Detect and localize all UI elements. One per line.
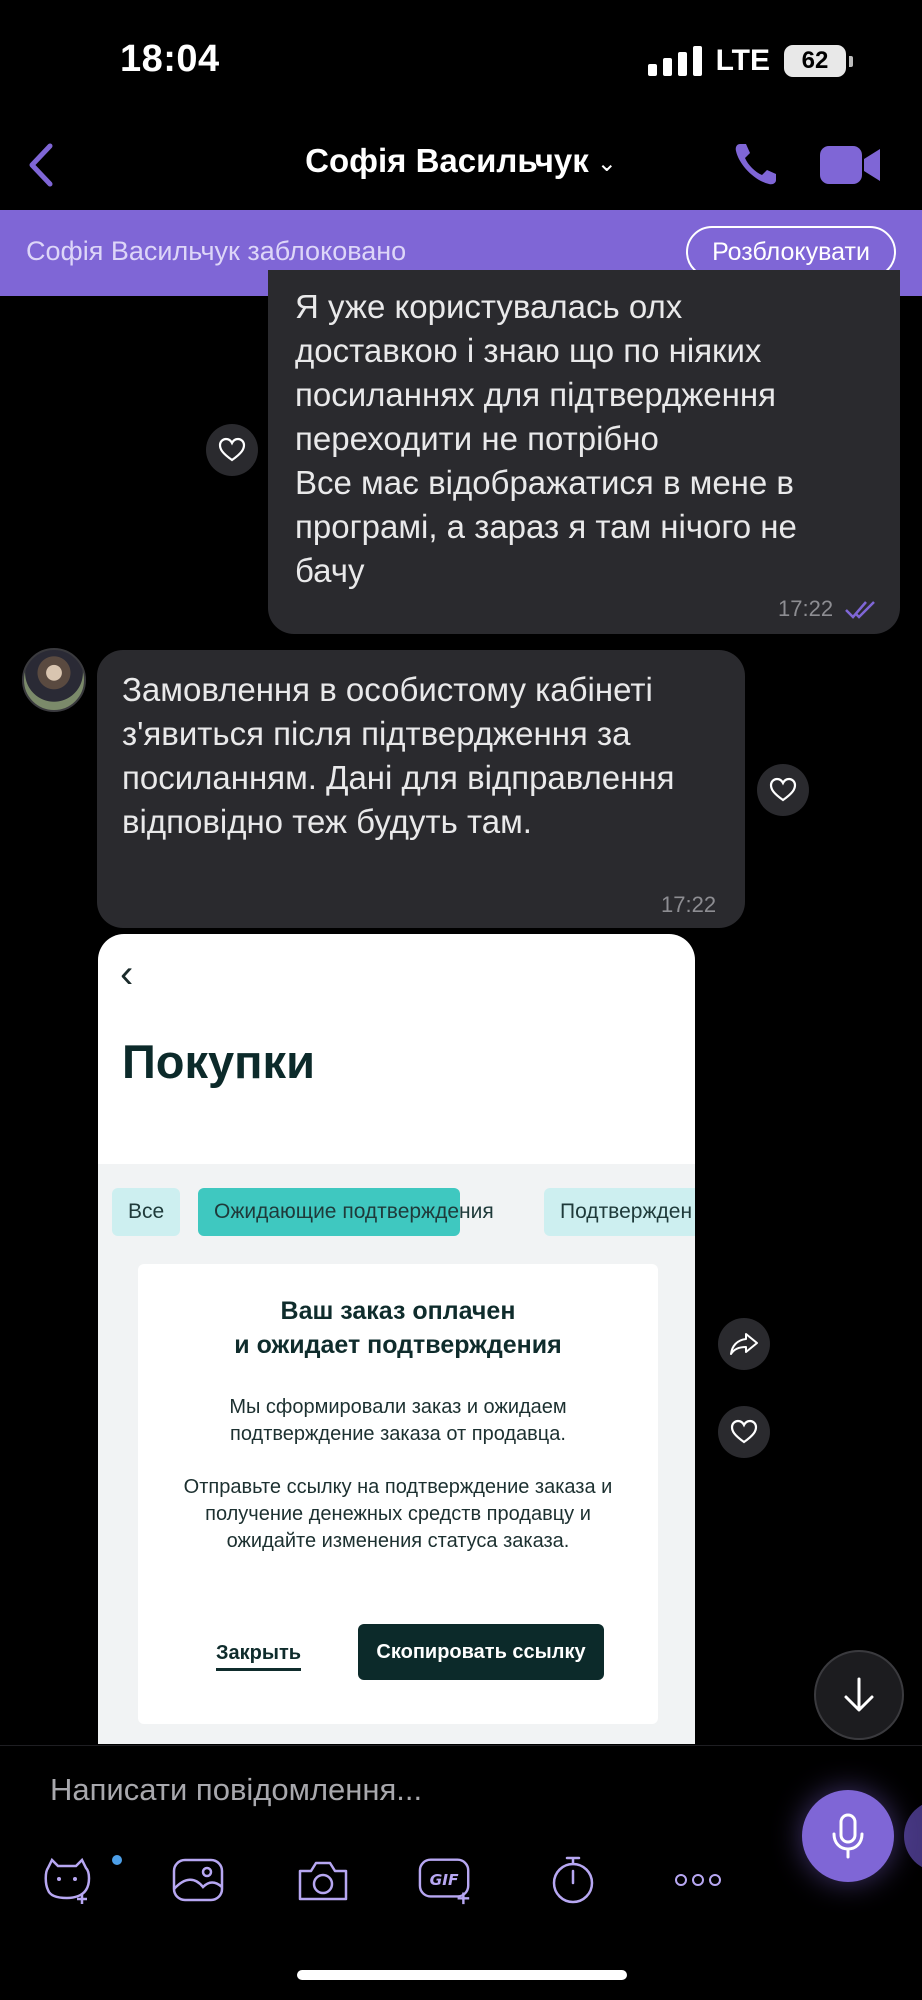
- gif-button[interactable]: GIF: [418, 1852, 474, 1908]
- like-button-incoming[interactable]: [757, 764, 809, 816]
- image-icon: [172, 1858, 224, 1902]
- battery-icon: 62: [784, 45, 853, 77]
- call-button[interactable]: [730, 138, 782, 190]
- forward-icon: [730, 1333, 758, 1355]
- home-indicator: [297, 1970, 627, 1980]
- image-tab-confirmed: Подтвержден: [544, 1188, 695, 1236]
- contact-name: Софія Васильчук: [305, 142, 589, 179]
- read-ticks-icon: [844, 598, 880, 620]
- incoming-message-time: 17:22: [661, 892, 717, 917]
- heart-icon: [218, 437, 246, 462]
- like-button-outgoing[interactable]: [206, 424, 258, 476]
- gif-icon: GIF: [418, 1858, 470, 1905]
- incoming-message-text: Замовлення в особистому кабінеті з'явить…: [122, 671, 675, 840]
- phone-icon: [735, 144, 776, 185]
- video-call-button[interactable]: [818, 140, 882, 190]
- network-type: LTE: [715, 44, 770, 77]
- new-indicator-dot: [112, 1855, 122, 1865]
- signal-icon: [647, 46, 702, 76]
- image-card-title-line1: Ваш заказ оплачен: [280, 1297, 516, 1325]
- image-card-paragraph-2: Отправьте ссылку на подтверждение заказа…: [183, 1476, 613, 1552]
- like-button-image[interactable]: [718, 1406, 770, 1458]
- heart-icon: [769, 777, 797, 802]
- contact-avatar[interactable]: [22, 648, 86, 712]
- image-title: Покупки: [122, 1035, 315, 1088]
- outgoing-message-time: 17:22: [778, 596, 834, 621]
- video-camera-icon: [820, 146, 880, 184]
- contact-title[interactable]: Софія Васильчук ⌄: [0, 142, 922, 180]
- timer-icon: [552, 1856, 594, 1904]
- svg-text:GIF: GIF: [430, 1871, 459, 1889]
- blocked-text: Софія Васильчук заблоковано: [26, 236, 407, 266]
- outgoing-message-text: Я уже користувалась олх доставкою і знаю…: [295, 288, 797, 589]
- chevron-down-icon: ⌄: [596, 149, 617, 177]
- image-card-title: Ваш заказ оплачен и ожидает подтверждени…: [138, 1294, 658, 1362]
- scroll-to-bottom-button[interactable]: [814, 1650, 904, 1740]
- image-card-title-line2: и ожидает подтверждения: [234, 1331, 562, 1359]
- image-tab-all: Все: [112, 1188, 181, 1236]
- status-time: 18:04: [120, 38, 220, 80]
- status-indicators: LTE 62: [647, 44, 853, 78]
- timer-button[interactable]: [545, 1852, 601, 1908]
- image-copy-link-button: Скопировать ссылку: [358, 1624, 604, 1680]
- camera-icon: [298, 1861, 348, 1901]
- heart-icon: [730, 1419, 758, 1444]
- battery-level: 62: [801, 47, 829, 74]
- gallery-button[interactable]: [170, 1852, 226, 1908]
- camera-button[interactable]: [295, 1852, 351, 1908]
- sticker-icon: [44, 1857, 91, 1904]
- image-order-card: Ваш заказ оплачен и ожидает подтверждени…: [138, 1264, 658, 1724]
- voice-message-button[interactable]: [802, 1790, 894, 1882]
- sticker-button[interactable]: [40, 1852, 96, 1908]
- more-options-button[interactable]: [670, 1852, 726, 1908]
- more-icon: [675, 1874, 721, 1886]
- image-back-icon: ‹: [120, 952, 134, 996]
- image-tab-pending: Ожидающие подтверждения: [198, 1188, 494, 1236]
- message-input[interactable]: Написати повідомлення...: [50, 1772, 422, 1808]
- image-card-paragraph-1: Мы сформировали заказ и ожидаем подтверж…: [229, 1396, 567, 1445]
- shared-image[interactable]: ‹ Покупки Все Ожидающие подтверждения По…: [98, 934, 695, 1744]
- forward-button[interactable]: [718, 1318, 770, 1370]
- arrow-down-icon: [844, 1677, 874, 1712]
- image-close-link: Закрыть: [216, 1642, 302, 1671]
- microphone-icon: [832, 1813, 864, 1859]
